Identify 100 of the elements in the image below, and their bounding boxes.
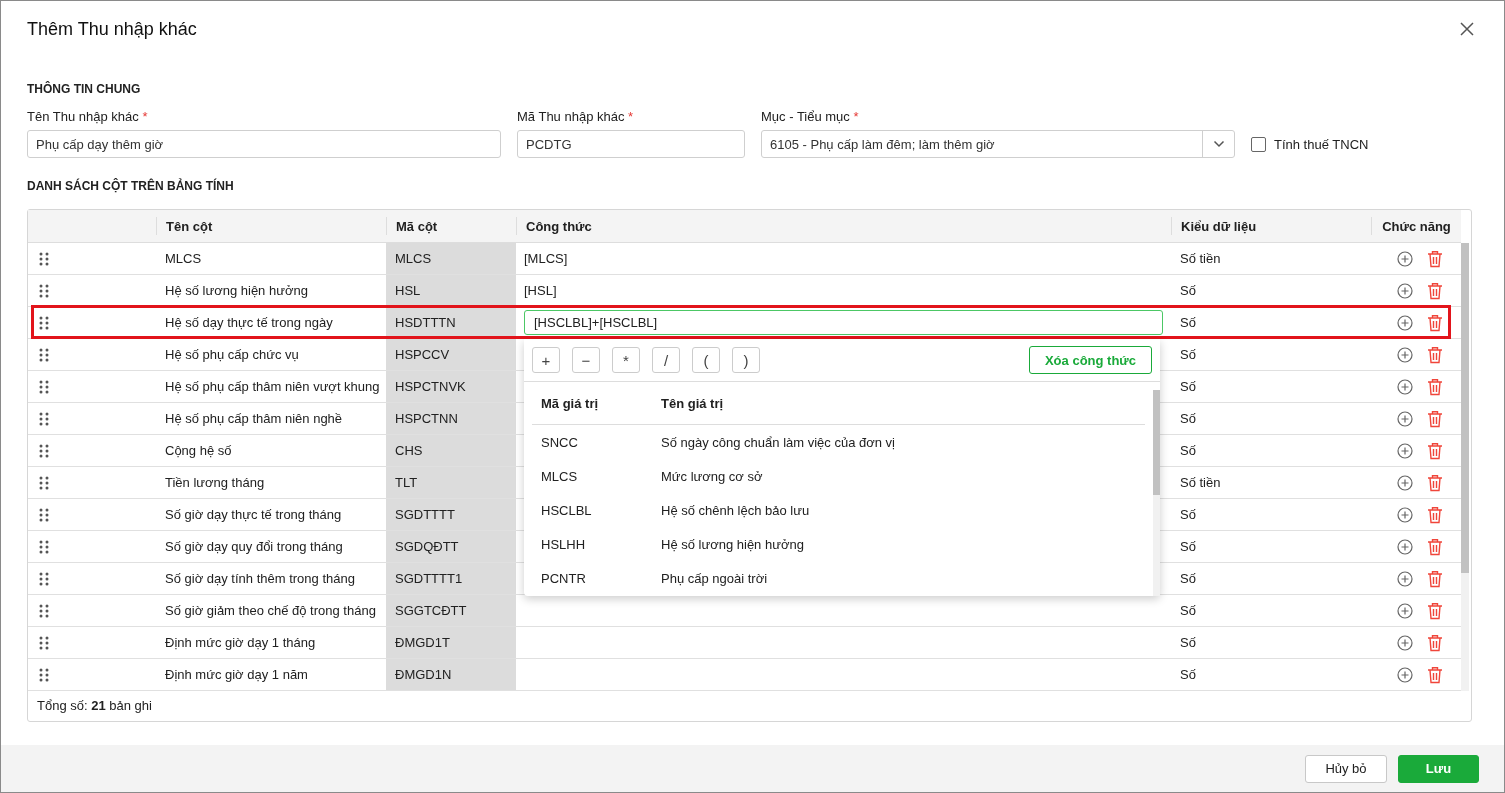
table-cell-text: Số bbox=[1179, 346, 1197, 364]
delete-icon[interactable] bbox=[1427, 281, 1443, 300]
table-cell-text: Số giờ giảm theo chế độ trong tháng bbox=[164, 602, 377, 620]
table-cell-text: Số tiền bbox=[1179, 250, 1222, 268]
table-row[interactable]: Hệ số lương hiện hưởng HSL [HSL] Số bbox=[28, 275, 1461, 307]
delete-icon[interactable] bbox=[1427, 409, 1443, 428]
drag-handle-icon[interactable] bbox=[39, 251, 49, 266]
add-circle-icon[interactable] bbox=[1397, 474, 1413, 491]
column-header: Mã cột bbox=[386, 217, 516, 235]
table-cell: HSPCTNVK bbox=[386, 371, 516, 402]
add-circle-icon[interactable] bbox=[1397, 250, 1413, 267]
drag-handle-icon[interactable] bbox=[39, 635, 49, 650]
table-cell: HSPCCV bbox=[386, 339, 516, 370]
drag-handle-icon[interactable] bbox=[39, 347, 49, 362]
table-cell-text: Số bbox=[1179, 666, 1197, 684]
delete-icon[interactable] bbox=[1427, 249, 1443, 268]
add-circle-icon[interactable] bbox=[1397, 410, 1413, 427]
operator-button[interactable]: / bbox=[652, 347, 680, 373]
drag-handle-icon[interactable] bbox=[39, 475, 49, 490]
drag-handle-icon[interactable] bbox=[39, 507, 49, 522]
section-heading: THÔNG TIN CHUNG bbox=[27, 82, 142, 98]
delete-icon[interactable] bbox=[1427, 345, 1443, 364]
add-circle-icon[interactable] bbox=[1397, 378, 1413, 395]
field-label: Mã Thu nhập khác * bbox=[517, 109, 635, 124]
scrollbar[interactable] bbox=[1153, 390, 1160, 596]
table-cell: MLCS bbox=[386, 243, 516, 274]
operator-button[interactable]: − bbox=[572, 347, 600, 373]
add-circle-icon[interactable] bbox=[1397, 570, 1413, 587]
drag-handle-icon[interactable] bbox=[39, 539, 49, 554]
add-circle-icon[interactable] bbox=[1397, 538, 1413, 555]
table-row[interactable]: Định mức giờ dạy 1 tháng ĐMGD1T Số bbox=[28, 627, 1461, 659]
table-cell-text: Định mức giờ dạy 1 tháng bbox=[164, 634, 317, 652]
operator-button[interactable]: ) bbox=[732, 347, 760, 373]
text-input[interactable]: PCDTG bbox=[517, 130, 745, 158]
delete-icon[interactable] bbox=[1427, 313, 1443, 332]
drag-handle-icon[interactable] bbox=[39, 379, 49, 394]
operator-button[interactable]: + bbox=[532, 347, 560, 373]
table-cell-text: Hệ số dạy thực tế trong ngày bbox=[164, 314, 334, 332]
value-list-item[interactable]: HSCLBL Hệ số chênh lệch bảo lưu bbox=[532, 493, 1145, 527]
table-cell: CHS bbox=[386, 435, 516, 466]
table-cell: TLT bbox=[386, 467, 516, 498]
operator-button[interactable]: * bbox=[612, 347, 640, 373]
drag-handle-icon[interactable] bbox=[39, 603, 49, 618]
value-list-item[interactable]: SNCC Số ngày công chuẩn làm việc của đơn vị bbox=[532, 425, 1145, 459]
operator-button[interactable]: ( bbox=[692, 347, 720, 373]
table-cell-text: Số bbox=[1179, 378, 1197, 396]
checkbox[interactable] bbox=[1251, 136, 1266, 152]
add-circle-icon[interactable] bbox=[1397, 666, 1413, 683]
table-cell-text: MLCS bbox=[164, 250, 203, 268]
drag-handle-icon[interactable] bbox=[39, 443, 49, 458]
delete-icon[interactable] bbox=[1427, 569, 1443, 588]
drag-handle-icon[interactable] bbox=[39, 315, 49, 330]
drag-handle-icon[interactable] bbox=[39, 571, 49, 586]
close-icon[interactable] bbox=[1460, 22, 1474, 36]
add-circle-icon[interactable] bbox=[1397, 506, 1413, 523]
drag-handle-icon[interactable] bbox=[39, 283, 49, 298]
table-cell-text: Số giờ dạy thực tế trong tháng bbox=[164, 506, 343, 524]
delete-icon[interactable] bbox=[1427, 633, 1443, 652]
table-row[interactable]: Hệ số dạy thực tế trong ngày HSDTTTN [HSCLBL]+[HSCLBL] Số bbox=[28, 307, 1461, 339]
category-select[interactable]: 6105 - Phụ cấp làm đêm; làm thêm giờ bbox=[761, 130, 1235, 158]
table-row[interactable]: Định mức giờ dạy 1 năm ĐMGD1N Số bbox=[28, 659, 1461, 691]
add-circle-icon[interactable] bbox=[1397, 602, 1413, 619]
formula-input[interactable]: [HSCLBL]+[HSCLBL] bbox=[524, 310, 1163, 335]
delete-icon[interactable] bbox=[1427, 601, 1443, 620]
table-cell: SGDQĐTT bbox=[386, 531, 516, 562]
table-cell: SGDTTTT bbox=[386, 499, 516, 530]
text-input[interactable]: Phụ cấp dạy thêm giờ bbox=[27, 130, 501, 158]
value-list-item[interactable]: PCNTR Phụ cấp ngoài trời bbox=[532, 561, 1145, 595]
delete-icon[interactable] bbox=[1427, 441, 1443, 460]
scrollbar[interactable] bbox=[1461, 243, 1469, 691]
table-cell-text: Hệ số phụ cấp thâm niên vượt khung bbox=[164, 378, 381, 396]
table-cell-text: Số bbox=[1179, 410, 1197, 428]
table-cell-text: Số tiền bbox=[1179, 474, 1222, 492]
column-header: Kiểu dữ liệu bbox=[1171, 217, 1371, 235]
delete-icon[interactable] bbox=[1427, 665, 1443, 684]
add-circle-icon[interactable] bbox=[1397, 634, 1413, 651]
delete-icon[interactable] bbox=[1427, 377, 1443, 396]
cancel-button[interactable]: Hủy bỏ bbox=[1305, 754, 1387, 783]
add-circle-icon[interactable] bbox=[1397, 282, 1413, 299]
delete-icon[interactable] bbox=[1427, 473, 1443, 492]
table-row[interactable]: MLCS MLCS [MLCS] Số tiền bbox=[28, 243, 1461, 275]
table-cell: ĐMGD1T bbox=[386, 627, 516, 658]
drag-handle-icon[interactable] bbox=[39, 667, 49, 682]
column-header: Tên cột bbox=[156, 217, 386, 235]
drag-handle-icon[interactable] bbox=[39, 411, 49, 426]
table-cell: SGGTCĐTT bbox=[386, 595, 516, 626]
add-circle-icon[interactable] bbox=[1397, 314, 1413, 331]
table-cell-text: Số bbox=[1179, 634, 1197, 652]
value-list-item[interactable]: MLCS Mức lương cơ sở bbox=[532, 459, 1145, 493]
column-header: Chức năng bbox=[1371, 217, 1461, 235]
table-cell-text: Cộng hệ số bbox=[164, 442, 233, 460]
delete-icon[interactable] bbox=[1427, 537, 1443, 556]
table-cell: [MLCS] bbox=[524, 251, 568, 266]
add-circle-icon[interactable] bbox=[1397, 442, 1413, 459]
add-circle-icon[interactable] bbox=[1397, 346, 1413, 363]
table-cell-text: Hệ số phụ cấp chức vụ bbox=[164, 346, 300, 364]
table-cell-text: Định mức giờ dạy 1 năm bbox=[164, 666, 309, 684]
field-label: Mục - Tiểu mục * bbox=[761, 109, 860, 124]
dialog-title: Thêm Thu nhập khác bbox=[27, 18, 197, 40]
delete-icon[interactable] bbox=[1427, 505, 1443, 524]
